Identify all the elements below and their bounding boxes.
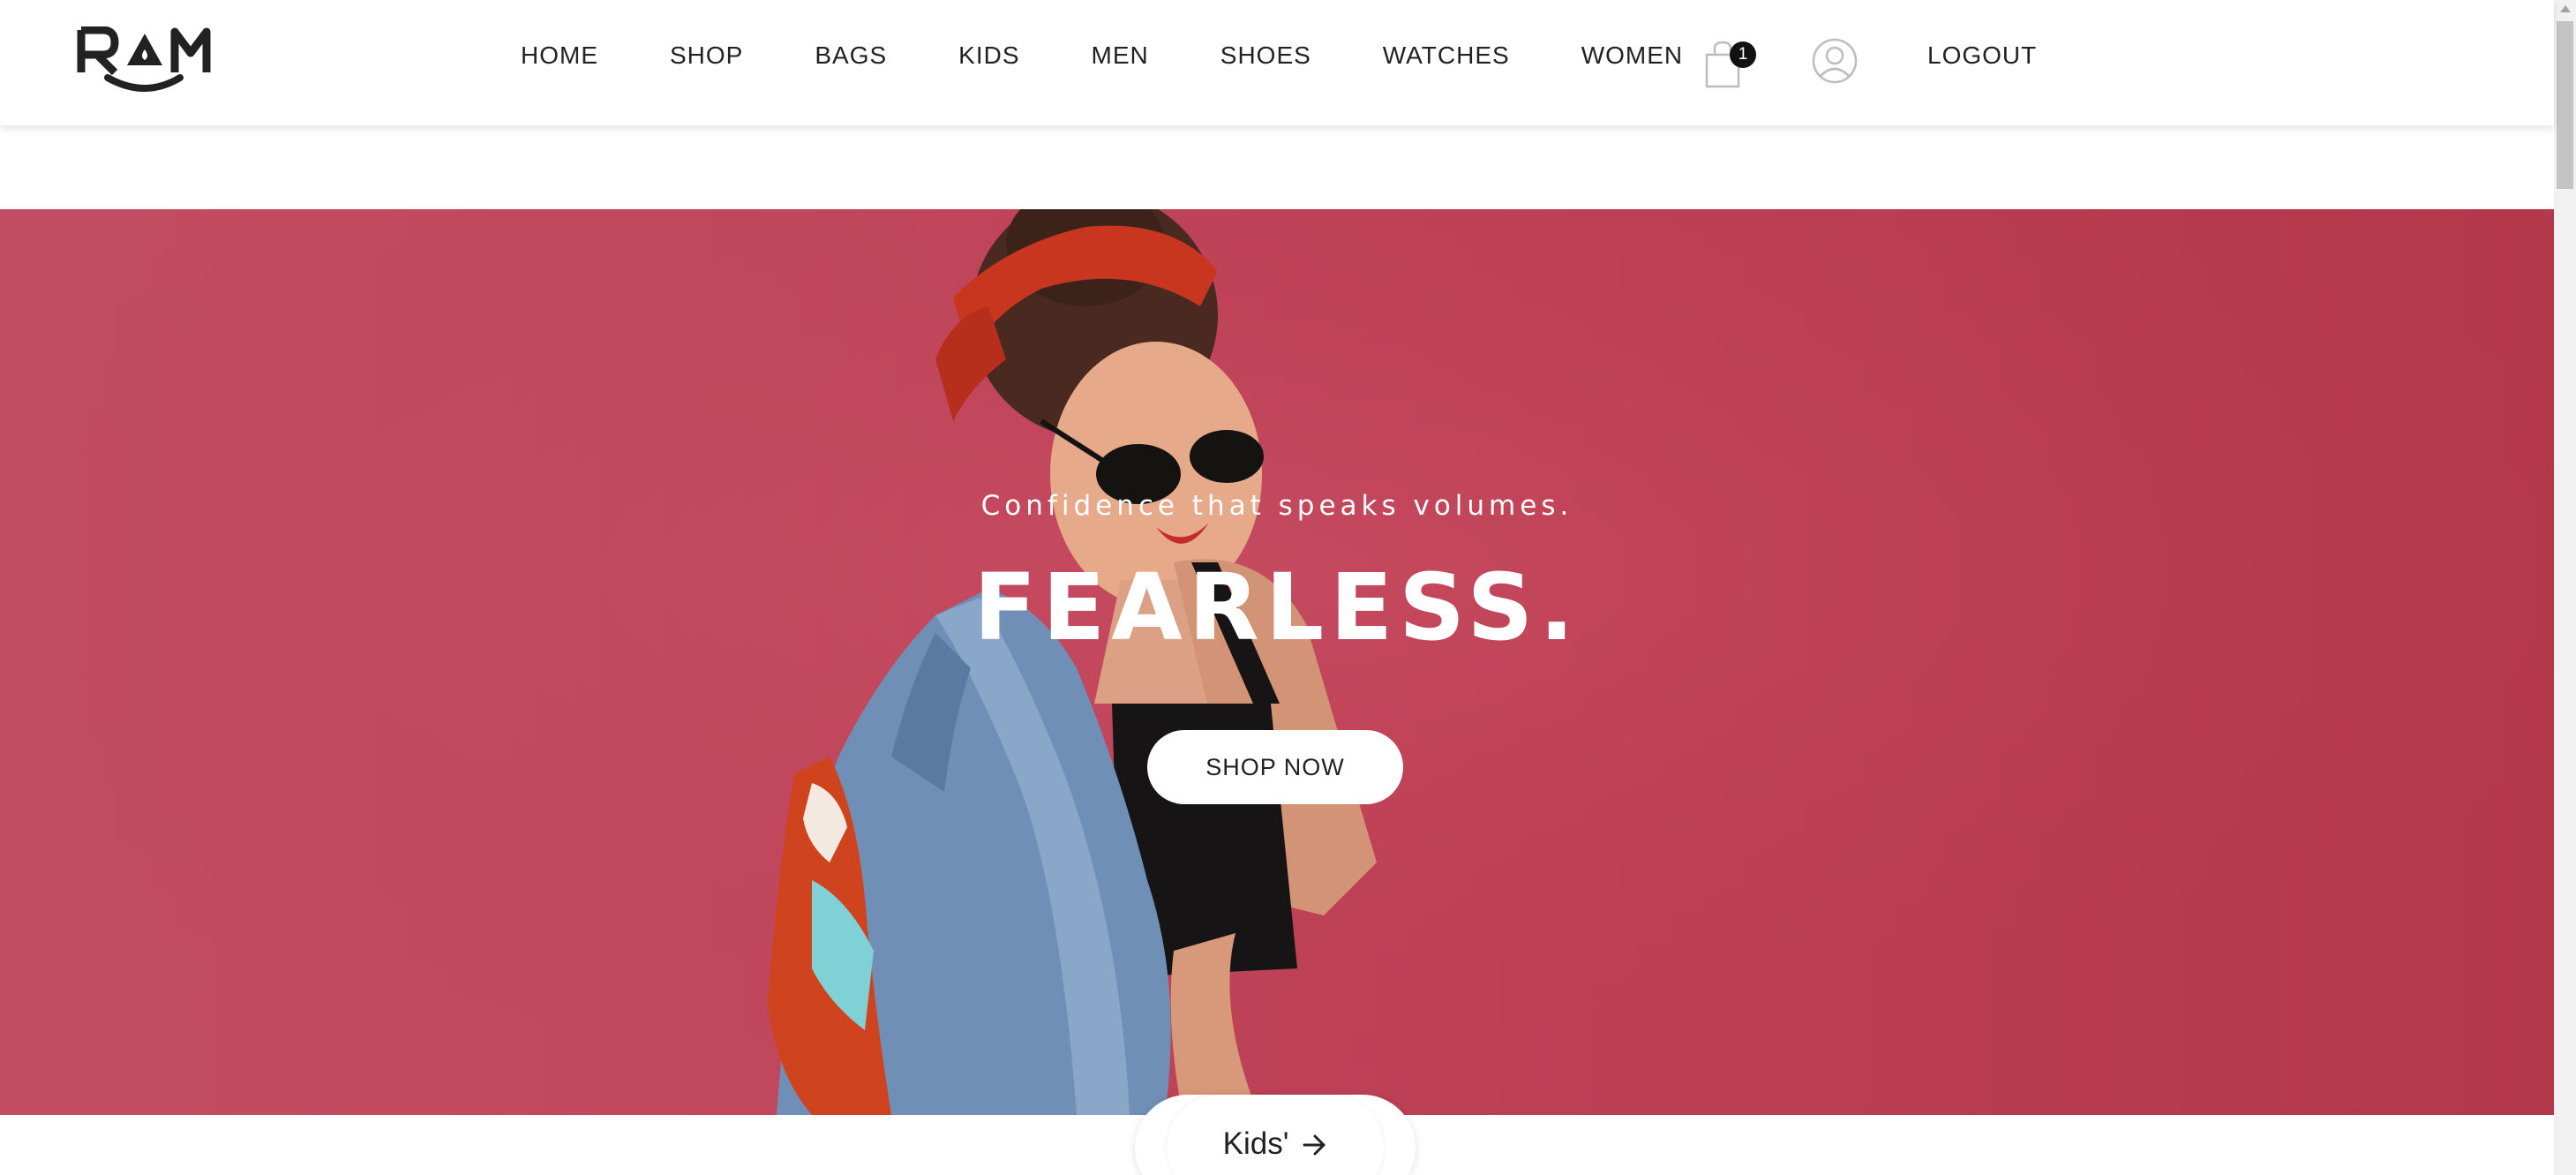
main-nav: HOME SHOP BAGS KIDS MEN SHOES WATCHES WO… [521,0,1754,111]
cart-count-badge: 1 [1730,41,1756,68]
nav-bags[interactable]: BAGS [815,41,887,70]
scroll-up-arrow-icon[interactable] [2560,5,2571,12]
cart-button[interactable]: 1 [1703,35,1760,90]
nav-shop[interactable]: SHOP [670,41,743,70]
page-scrollbar[interactable] [2554,0,2576,1175]
site-header: HOME SHOP BAGS KIDS MEN SHOES WATCHES WO… [0,0,2554,125]
category-label: Kids' [1222,1126,1289,1161]
nav-shoes[interactable]: SHOES [1220,41,1311,70]
nav-kids[interactable]: KIDS [958,41,1019,70]
hero-tagline: Confidence that speaks volumes. [980,490,1573,522]
arrow-right-icon [1303,1134,1326,1156]
shop-now-button[interactable]: SHOP NOW [1147,730,1403,804]
hero-banner: Confidence that speaks volumes. FEARLESS… [0,209,2554,1115]
logout-link[interactable]: LOGOUT [1927,0,2037,111]
nav-home[interactable]: HOME [521,41,598,70]
ram-logo[interactable] [76,26,219,95]
user-circle-icon[interactable] [1811,37,1859,85]
scrollbar-thumb[interactable] [2557,21,2573,189]
category-card-kids[interactable]: Kids' [1135,1095,1416,1175]
hero-content: Confidence that speaks volumes. FEARLESS… [0,209,2554,1115]
hero-title: FEARLESS. [973,554,1581,661]
nav-watches[interactable]: WATCHES [1383,41,1510,70]
nav-men[interactable]: MEN [1092,41,1149,70]
nav-women[interactable]: WOMEN [1581,41,1683,70]
